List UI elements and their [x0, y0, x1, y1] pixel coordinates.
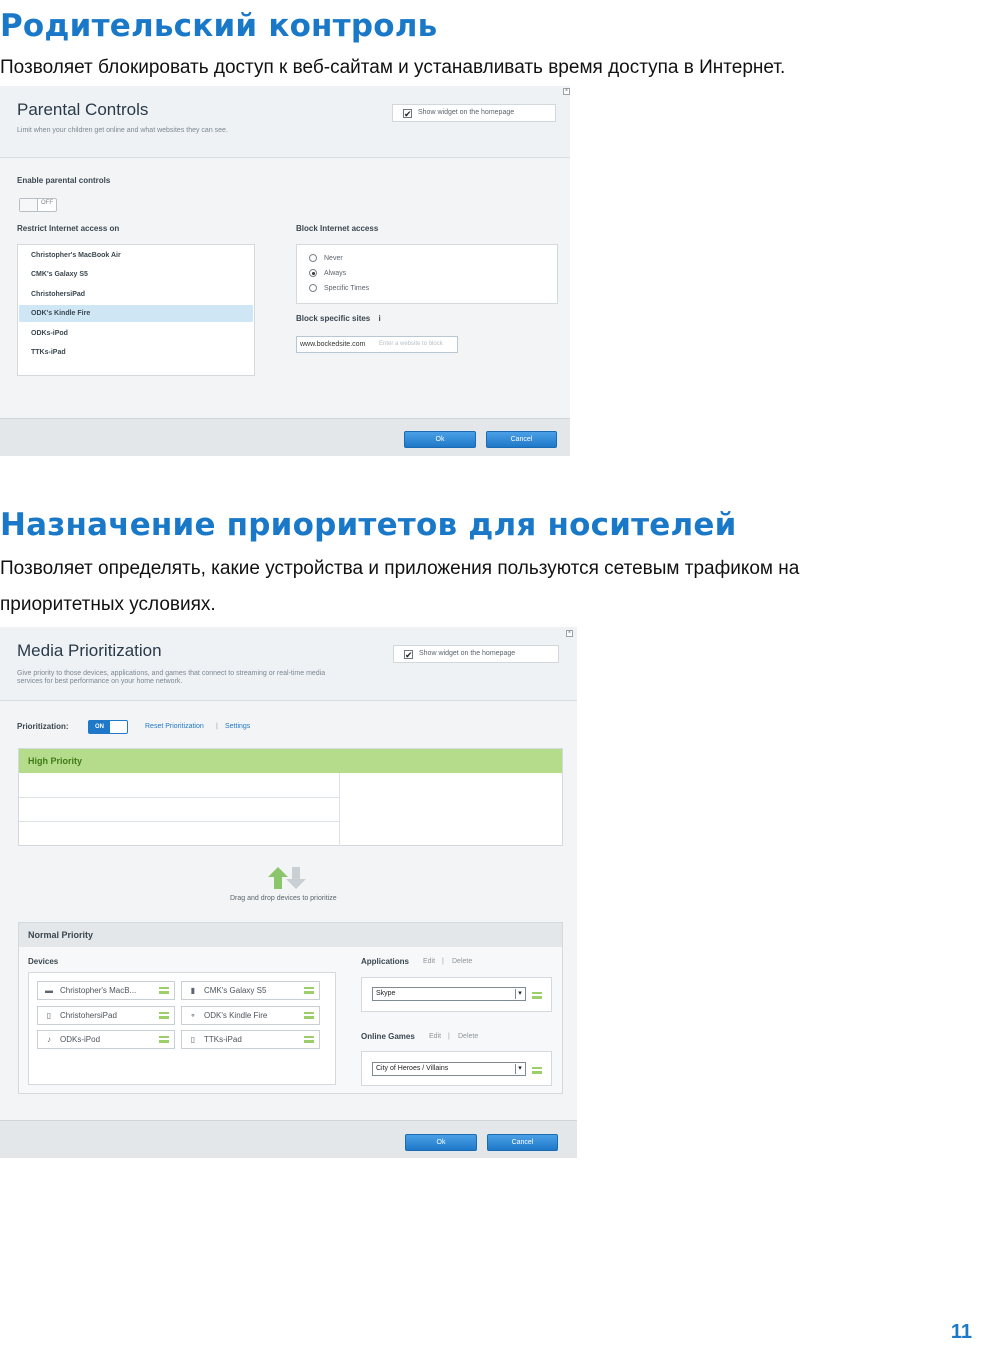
device-item-selected[interactable]: ODK's Kindle Fire — [19, 305, 253, 322]
parental-toggle[interactable]: OFF — [19, 198, 57, 212]
kindle-icon: ⚬ — [189, 1011, 197, 1020]
device-chip[interactable]: ▯ ChristohersiPad — [37, 1006, 175, 1025]
drag-handle-icon[interactable] — [532, 992, 542, 999]
ok-button[interactable]: Ok — [404, 431, 476, 448]
toggle-state: ON — [89, 721, 110, 733]
drag-handle-icon[interactable] — [159, 987, 169, 994]
parental-subtitle: Limit when your children get online and … — [17, 127, 228, 134]
drag-handle-icon[interactable] — [304, 1036, 314, 1043]
device-item[interactable]: ChristohersiPad — [19, 286, 253, 303]
section-heading-parental-controls: Родительский контроль — [0, 8, 438, 44]
info-icon[interactable]: i — [379, 314, 381, 323]
device-item[interactable]: TTKs-iPad — [19, 344, 253, 361]
cancel-button[interactable]: Cancel — [487, 1134, 558, 1151]
tablet-icon: ▯ — [46, 1011, 52, 1020]
tablet-icon: ▯ — [190, 1035, 196, 1044]
device-item[interactable]: ODKs-iPod — [19, 325, 253, 342]
normal-priority-panel: Normal Priority Devices ▬ Christopher's M… — [18, 922, 563, 1094]
high-priority-panel: High Priority — [18, 748, 563, 846]
parental-title: Parental Controls — [17, 100, 149, 119]
device-chip[interactable]: ▮ CMK's Galaxy S5 — [181, 981, 320, 1000]
device-chip[interactable]: ▯ TTKs-iPad — [181, 1030, 320, 1049]
chevron-down-icon: ▾ — [515, 1064, 524, 1074]
show-widget-checkbox[interactable]: ✔ Show widget on the homepage — [393, 645, 559, 663]
drag-arrows-icon — [266, 865, 310, 891]
block-access-label: Block Internet access — [296, 224, 379, 233]
site-placeholder: Enter a website to block — [379, 341, 443, 347]
application-select[interactable]: Skype ▾ — [372, 987, 526, 1001]
settings-link[interactable]: Settings — [225, 723, 250, 730]
page-number: 11 — [950, 1321, 972, 1343]
ok-button[interactable]: Ok — [405, 1134, 477, 1151]
radio-specific-times[interactable] — [309, 284, 317, 292]
normal-priority-header: Normal Priority — [19, 923, 562, 947]
applications-container: Skype ▾ — [361, 977, 552, 1012]
close-icon[interactable]: × — [563, 88, 570, 95]
game-select[interactable]: City of Heroes / Villains ▾ — [372, 1062, 526, 1076]
chevron-down-icon: ▾ — [515, 989, 524, 999]
device-list: Christopher's MacBook Air CMK's Galaxy S… — [17, 244, 255, 376]
drag-handle-icon[interactable] — [304, 1012, 314, 1019]
games-delete-link[interactable]: Delete — [458, 1033, 478, 1040]
media-footer: Ok Cancel — [0, 1120, 577, 1158]
devices-label: Devices — [28, 957, 59, 966]
drag-handle-icon[interactable] — [159, 1012, 169, 1019]
restrict-label: Restrict Internet access on — [17, 224, 120, 233]
device-chip[interactable]: ▬ Christopher's MacB... — [37, 981, 175, 1000]
section-description-line2: приоритетных условиях. — [0, 594, 216, 615]
high-priority-header: High Priority — [19, 749, 562, 773]
checkbox-checked-icon[interactable]: ✔ — [404, 650, 413, 660]
parental-footer: Ok Cancel — [0, 418, 570, 456]
show-widget-checkbox[interactable]: ✔ Show widget on the homepage — [392, 104, 556, 122]
games-container: City of Heroes / Villains ▾ — [361, 1051, 552, 1086]
link-separator: | — [216, 723, 218, 730]
applications-delete-link[interactable]: Delete — [452, 958, 472, 965]
drag-handle-icon[interactable] — [159, 1036, 169, 1043]
close-icon[interactable]: × — [566, 630, 573, 637]
drag-hint: Drag and drop devices to prioritize — [230, 895, 337, 902]
block-sites-label: Block specific sites i — [296, 314, 381, 323]
blocked-site-input[interactable]: www.bockedsite.com Enter a website to bl… — [296, 336, 458, 353]
checkbox-checked-icon[interactable]: ✔ — [403, 109, 412, 119]
section-description: Позволяет блокировать доступ к веб-сайта… — [0, 57, 786, 78]
device-item[interactable]: Christopher's MacBook Air — [19, 247, 253, 264]
prioritization-toggle[interactable]: ON — [88, 720, 128, 734]
media-title: Media Prioritization — [17, 641, 162, 660]
ipod-icon: ♪ — [47, 1035, 51, 1044]
radio-always[interactable] — [309, 269, 317, 277]
drag-handle-icon[interactable] — [532, 1067, 542, 1074]
media-subtitle-2: services for best performance on your ho… — [17, 678, 183, 685]
section-description-line1: Позволяет определять, какие устройства и… — [0, 558, 800, 579]
media-prioritization-screenshot: Media Prioritization Give priority to th… — [0, 627, 577, 1158]
parental-controls-screenshot: Parental Controls Limit when your childr… — [0, 86, 570, 456]
parental-header: Parental Controls Limit when your childr… — [0, 86, 570, 158]
laptop-icon: ▬ — [45, 986, 53, 995]
block-options-panel: Never Always Specific Times — [296, 244, 558, 304]
device-chip[interactable]: ♪ ODKs-iPod — [37, 1030, 175, 1049]
enable-parental-label: Enable parental controls — [17, 176, 111, 185]
section-heading-media-prioritization: Назначение приоритетов для носителей — [0, 507, 737, 543]
applications-label: Applications — [361, 957, 410, 966]
device-chip[interactable]: ⚬ ODK's Kindle Fire — [181, 1006, 320, 1025]
toggle-state: OFF — [41, 200, 53, 206]
devices-container: ▬ Christopher's MacB... ▮ CMK's Galaxy S5 … — [28, 972, 336, 1085]
media-header: Media Prioritization Give priority to th… — [0, 627, 577, 701]
cancel-button[interactable]: Cancel — [486, 431, 557, 448]
applications-edit-link[interactable]: Edit — [423, 958, 435, 965]
games-edit-link[interactable]: Edit — [429, 1033, 441, 1040]
reset-prioritization-link[interactable]: Reset Prioritization — [145, 723, 204, 730]
device-item[interactable]: CMK's Galaxy S5 — [19, 266, 253, 283]
online-games-label: Online Games — [361, 1032, 415, 1041]
drag-handle-icon[interactable] — [304, 987, 314, 994]
prioritization-label: Prioritization: — [17, 722, 69, 731]
radio-never[interactable] — [309, 254, 317, 262]
phone-icon: ▮ — [190, 986, 196, 995]
